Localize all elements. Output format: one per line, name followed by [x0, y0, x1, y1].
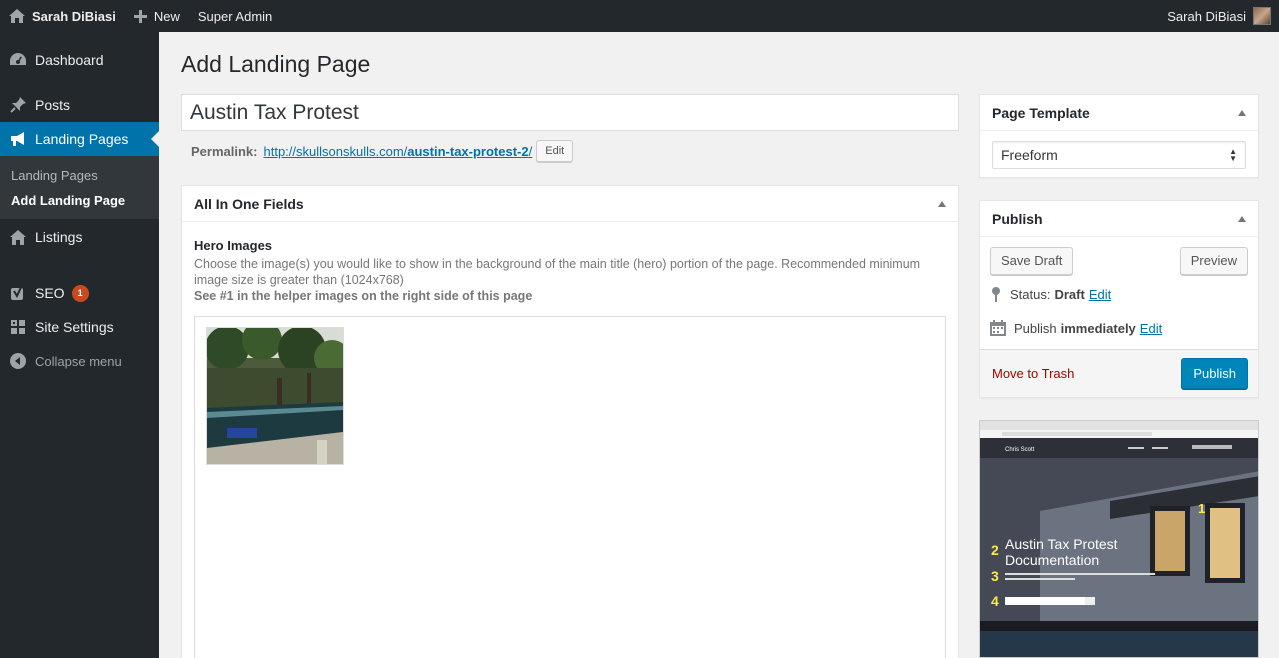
- hero-images-help-text: See #1 in the helper images on the right…: [194, 289, 533, 303]
- site-menu[interactable]: Sarah DiBiasi: [0, 0, 125, 32]
- sidebar-item-label: Landing Pages: [35, 131, 129, 147]
- status-label: Status:: [1010, 286, 1051, 302]
- preview-button[interactable]: Preview: [1179, 247, 1248, 275]
- collapse-menu-button[interactable]: Collapse menu: [0, 344, 159, 378]
- new-content-menu[interactable]: New: [125, 0, 189, 32]
- seo-notification-badge: 1: [71, 284, 89, 302]
- hero-images-label: Hero Images: [194, 238, 273, 253]
- sidebar-item-label: Listings: [35, 229, 83, 245]
- account-menu[interactable]: Sarah DiBiasi: [1167, 0, 1279, 32]
- hero-image-thumbnail[interactable]: [206, 327, 344, 465]
- move-to-trash-link[interactable]: Move to Trash: [992, 366, 1074, 381]
- avatar: [1253, 7, 1271, 25]
- helper-marker-2: 2: [991, 542, 999, 558]
- page-template-select[interactable]: Freeform ▲ ▼: [992, 141, 1246, 169]
- permalink-edit-button[interactable]: Edit: [536, 140, 574, 162]
- helper-site-name: Chris Scott: [1005, 447, 1035, 453]
- status-row: Status: Draft Edit: [980, 277, 1258, 311]
- settings-grid-icon: [8, 317, 28, 337]
- page-template-selected: Freeform: [1001, 147, 1058, 163]
- publish-button[interactable]: Publish: [1181, 358, 1248, 389]
- sidebar-item-label: Site Settings: [35, 319, 114, 335]
- sidebar-item-label: Dashboard: [35, 52, 104, 68]
- home-icon: [8, 227, 28, 247]
- status-value: Draft: [1054, 286, 1085, 302]
- helper-marker-3: 3: [991, 568, 999, 584]
- permalink-slug: austin-tax-protest-2: [407, 143, 529, 159]
- submenu-item-landing-pages[interactable]: Landing Pages: [0, 163, 159, 188]
- sidebar-item-seo[interactable]: SEO 1: [0, 276, 159, 310]
- collapse-toggle-icon[interactable]: [1238, 110, 1246, 116]
- pushpin-icon: [8, 95, 28, 115]
- pin-icon: [992, 287, 1000, 302]
- collapse-arrow-icon: [8, 351, 28, 371]
- sidebar-item-label: SEO: [35, 285, 65, 301]
- collapse-toggle-icon[interactable]: [1238, 216, 1246, 222]
- permalink-link[interactable]: http://skullsonskulls.com/austin-tax-pro…: [263, 144, 532, 159]
- page-title: Add Landing Page: [181, 51, 371, 77]
- helper-marker-4: 4: [991, 593, 999, 609]
- new-label: New: [153, 8, 180, 24]
- box-title: All In One Fields: [194, 195, 304, 212]
- sidebar-item-posts[interactable]: Posts: [0, 88, 159, 122]
- publish-header[interactable]: Publish: [980, 201, 1258, 237]
- collapse-toggle-icon[interactable]: [938, 201, 946, 207]
- admin-bar: Sarah DiBiasi New Super Admin Sarah DiBi…: [0, 0, 1279, 32]
- all-in-one-fields-box: All In One Fields Hero Images Choose the…: [181, 185, 959, 658]
- hero-images-description: Choose the image(s) you would like to sh…: [194, 257, 921, 287]
- permalink-trailing: /: [528, 143, 533, 159]
- sidebar-item-listings[interactable]: Listings: [0, 220, 159, 254]
- sidebar-item-label: Posts: [35, 97, 71, 113]
- helper-marker-1: 1: [1198, 501, 1205, 516]
- page-template-box: Page Template Freeform ▲ ▼: [979, 94, 1259, 178]
- helper-headline-line1: Austin Tax Protest: [1005, 536, 1118, 552]
- box-title: Publish: [992, 210, 1043, 227]
- plus-icon: [133, 9, 147, 23]
- megaphone-icon: [8, 129, 28, 149]
- sidebar-item-dashboard[interactable]: Dashboard: [0, 43, 159, 77]
- super-admin-label: Super Admin: [197, 8, 273, 24]
- publish-box: Publish Save Draft Preview Status: Draft…: [979, 200, 1259, 398]
- box-title: Page Template: [992, 104, 1090, 121]
- yoast-icon: [8, 283, 28, 303]
- site-name: Sarah DiBiasi: [32, 8, 116, 24]
- super-admin-link[interactable]: Super Admin: [189, 0, 281, 32]
- page-template-header[interactable]: Page Template: [980, 95, 1258, 131]
- collapse-menu-label: Collapse menu: [35, 353, 122, 369]
- home-icon: [9, 9, 25, 23]
- sidebar-item-landing-pages[interactable]: Landing Pages: [0, 122, 159, 156]
- permalink-row: Permalink: http://skullsonskulls.com/aus…: [191, 140, 574, 162]
- publish-date-value: immediately: [1060, 320, 1136, 336]
- post-title-input[interactable]: Austin Tax Protest: [181, 94, 959, 131]
- landing-pages-submenu: Landing Pages Add Landing Page: [0, 156, 159, 219]
- permalink-base: http://skullsonskulls.com/: [263, 143, 408, 159]
- submenu-item-add-landing-page[interactable]: Add Landing Page: [0, 188, 159, 213]
- user-name: Sarah DiBiasi: [1167, 8, 1246, 24]
- calendar-icon: [990, 320, 1006, 336]
- sidebar-item-site-settings[interactable]: Site Settings: [0, 310, 159, 344]
- select-arrows-icon: ▲ ▼: [1229, 147, 1237, 163]
- hero-images-gallery[interactable]: [194, 316, 946, 658]
- publish-date-label: Publish: [1014, 320, 1057, 336]
- helper-headline-line2: Documentation: [1005, 552, 1099, 568]
- save-draft-button[interactable]: Save Draft: [990, 247, 1074, 275]
- publish-major-actions: Move to Trash Publish: [980, 349, 1258, 397]
- publish-date-edit-link[interactable]: Edit: [1140, 321, 1162, 336]
- status-edit-link[interactable]: Edit: [1089, 287, 1111, 302]
- publish-date-row: Publish immediately Edit: [980, 311, 1258, 345]
- permalink-label: Permalink:: [191, 143, 258, 159]
- all-in-one-fields-header[interactable]: All In One Fields: [182, 186, 958, 222]
- admin-sidebar: Dashboard Posts Landing Pages Landing Pa…: [0, 32, 159, 658]
- helper-preview-image: Chris Scott 1 2 Austin Tax Protest Docum…: [979, 420, 1259, 658]
- dashboard-icon: [8, 50, 28, 70]
